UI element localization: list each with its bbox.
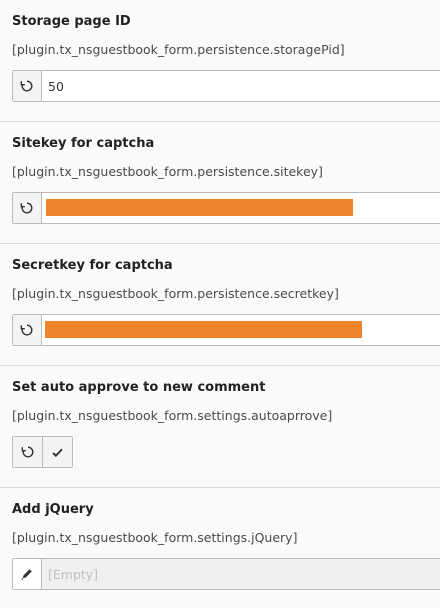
setting-path: [plugin.tx_nsguestbook_form.persistence.…: [12, 286, 339, 301]
setting-label: Sitekey for captcha: [12, 136, 155, 151]
setting-secretkey: Secretkey for captcha [plugin.tx_nsguest…: [0, 244, 440, 366]
setting-path: [plugin.tx_nsguestbook_form.settings.jQu…: [12, 530, 298, 545]
redaction-bar: [46, 199, 353, 216]
storage-page-id-input[interactable]: 50: [42, 71, 440, 101]
setting-label: Secretkey for captcha: [12, 258, 173, 273]
reset-button[interactable]: [13, 437, 43, 467]
reset-button[interactable]: [13, 193, 42, 223]
setting-label: Storage page ID: [12, 14, 131, 29]
sitekey-field: [12, 192, 440, 224]
secretkey-field: [12, 314, 440, 346]
sitekey-input[interactable]: [42, 193, 440, 223]
edit-button[interactable]: [13, 559, 42, 589]
redaction-bar: [45, 321, 362, 338]
reset-button[interactable]: [13, 71, 42, 101]
checkmark-icon: [51, 446, 64, 459]
pencil-icon: [20, 567, 34, 581]
reset-button[interactable]: [13, 315, 42, 345]
setting-label: Add jQuery: [12, 502, 94, 517]
setting-auto-approve: Set auto approve to new comment [plugin.…: [0, 366, 440, 488]
setting-storage-page-id: Storage page ID [plugin.tx_nsguestbook_f…: [0, 0, 440, 122]
reset-icon: [21, 445, 35, 459]
reset-icon: [20, 201, 34, 215]
reset-icon: [20, 323, 34, 337]
jquery-input[interactable]: [Empty]: [42, 559, 440, 589]
reset-icon: [20, 79, 34, 93]
auto-approve-checkbox-group: [12, 436, 73, 468]
setting-path: [plugin.tx_nsguestbook_form.settings.aut…: [12, 408, 333, 423]
storage-page-id-field: 50: [12, 70, 440, 102]
settings-form: Storage page ID [plugin.tx_nsguestbook_f…: [0, 0, 440, 608]
secretkey-input[interactable]: [42, 315, 440, 345]
setting-path: [plugin.tx_nsguestbook_form.persistence.…: [12, 164, 323, 179]
auto-approve-checkbox[interactable]: [43, 437, 72, 467]
setting-path: [plugin.tx_nsguestbook_form.persistence.…: [12, 42, 345, 57]
setting-label: Set auto approve to new comment: [12, 380, 266, 395]
setting-add-jquery: Add jQuery [plugin.tx_nsguestbook_form.s…: [0, 488, 440, 608]
setting-sitekey: Sitekey for captcha [plugin.tx_nsguestbo…: [0, 122, 440, 244]
jquery-field: [Empty]: [12, 558, 440, 590]
